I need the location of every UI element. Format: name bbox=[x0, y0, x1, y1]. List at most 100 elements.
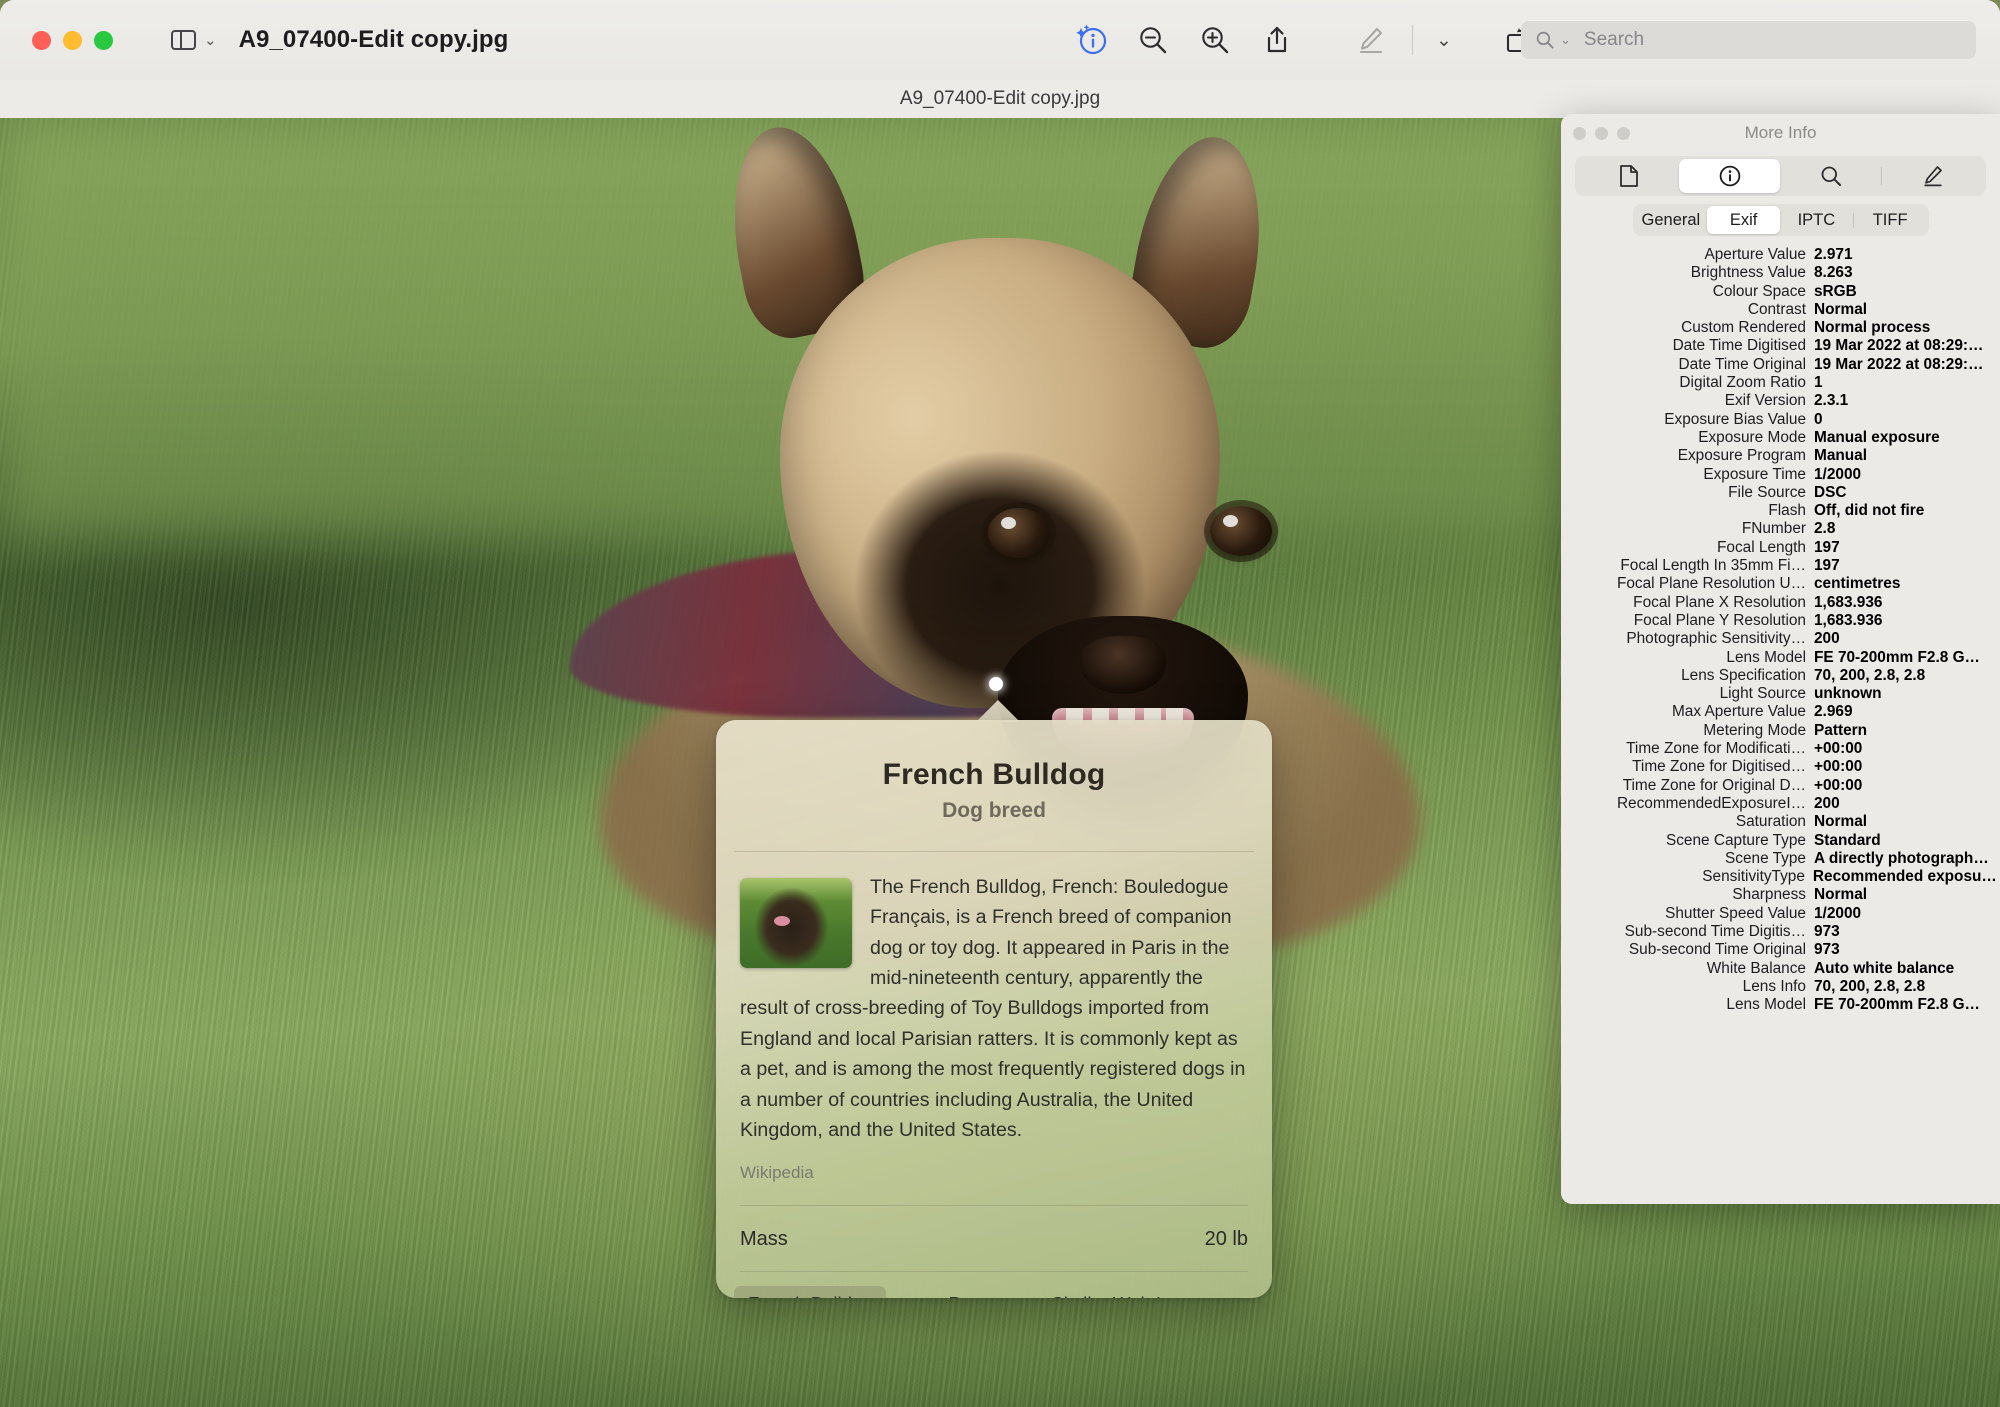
more-info-title: More Info bbox=[1744, 123, 1817, 142]
exif-row: Time Zone for Original D… +00:00 bbox=[1561, 777, 2000, 795]
exif-row-value: 973 bbox=[1814, 941, 1840, 959]
exif-row: Photographic Sensitivity… 200 bbox=[1561, 630, 2000, 648]
popover-tab-similar-web-images[interactable]: Similar Web Images bbox=[1037, 1286, 1230, 1298]
exif-row-key: White Balance bbox=[1706, 959, 1806, 977]
popover-source[interactable]: Wikipedia bbox=[740, 1163, 1248, 1183]
exif-row: Colour Space sRGB bbox=[1561, 283, 2000, 301]
exif-row-value: 1/2000 bbox=[1814, 904, 1862, 922]
sidebar-icon bbox=[171, 30, 196, 50]
tab-general[interactable]: General bbox=[1635, 206, 1708, 234]
exif-row-value: Normal bbox=[1814, 300, 1868, 318]
share-icon[interactable] bbox=[1246, 14, 1308, 66]
exif-row: Time Zone for Modificati… +00:00 bbox=[1561, 740, 2000, 758]
exif-row: Digital Zoom Ratio 1 bbox=[1561, 374, 2000, 392]
visual-look-up-indicator[interactable] bbox=[989, 677, 1003, 691]
exif-row-key: Lens Model bbox=[1726, 996, 1806, 1014]
segment-markup-tab[interactable] bbox=[1882, 159, 1983, 193]
popover-tab-pug[interactable]: Pug bbox=[934, 1286, 995, 1298]
exif-row: Exposure Mode Manual exposure bbox=[1561, 429, 2000, 447]
exif-row-value: Standard bbox=[1814, 831, 1881, 849]
search-field[interactable]: ⌄ Search bbox=[1521, 21, 1976, 59]
exif-row: Focal Length In 35mm Fi… 197 bbox=[1561, 557, 2000, 575]
exif-row-key: Time Zone for Modificati… bbox=[1626, 740, 1806, 758]
exif-row-value: 8.263 bbox=[1814, 264, 1853, 282]
exif-row-value: 200 bbox=[1814, 794, 1840, 812]
tab-exif[interactable]: Exif bbox=[1707, 206, 1780, 234]
exif-row: Focal Plane Resolution U… centimetres bbox=[1561, 575, 2000, 593]
popover-tab-french-bulldog[interactable]: French Bulldog bbox=[734, 1286, 887, 1298]
markup-icon[interactable] bbox=[1340, 14, 1402, 66]
chevron-down-icon[interactable]: ⌄ bbox=[204, 33, 217, 48]
visual-look-up-popover[interactable]: French Bulldog Dog breed The French Bull… bbox=[716, 720, 1272, 1298]
exif-row-key: Photographic Sensitivity… bbox=[1626, 630, 1806, 648]
exif-row-key: Scene Capture Type bbox=[1665, 831, 1806, 849]
exif-row: Saturation Normal bbox=[1561, 813, 2000, 831]
exif-row: Scene Capture Type Standard bbox=[1561, 832, 2000, 850]
exif-row: White Balance Auto white balance bbox=[1561, 960, 2000, 978]
exif-row-value: Manual bbox=[1814, 447, 1868, 465]
exif-row: Focal Plane Y Resolution 1,683.936 bbox=[1561, 612, 2000, 630]
exif-row-key: Brightness Value bbox=[1690, 264, 1806, 282]
exif-row-key: SensitivityType bbox=[1702, 868, 1805, 886]
exif-row: Max Aperture Value 2.969 bbox=[1561, 703, 2000, 721]
segment-document-tab[interactable] bbox=[1578, 159, 1679, 193]
more-info-panel[interactable]: More Info General Exif IPTC TIFF Apertur… bbox=[1561, 114, 2000, 1204]
toolbar-divider bbox=[1412, 25, 1413, 55]
tab-iptc[interactable]: IPTC bbox=[1780, 206, 1853, 234]
sidebar-toggle-button[interactable]: ⌄ bbox=[171, 30, 217, 50]
exif-row-value: FE 70-200mm F2.8 G… bbox=[1814, 648, 1980, 666]
exif-row-key: Focal Plane Resolution U… bbox=[1616, 575, 1806, 593]
zoom-in-icon[interactable] bbox=[1184, 14, 1246, 66]
fact-label: Mass bbox=[740, 1228, 788, 1251]
minimise-button[interactable] bbox=[63, 30, 82, 50]
exif-row: Exposure Time 1/2000 bbox=[1561, 466, 2000, 484]
dog-head bbox=[780, 238, 1272, 806]
exif-row-key: Scene Type bbox=[1724, 849, 1806, 867]
exif-row: Focal Plane X Resolution 1,683.936 bbox=[1561, 594, 2000, 612]
exif-row-value: +00:00 bbox=[1814, 776, 1863, 794]
exif-row-key: File Source bbox=[1728, 483, 1806, 501]
exif-row-key: Sub-second Time Digitis… bbox=[1624, 922, 1806, 940]
exif-row-value: Auto white balance bbox=[1814, 959, 1955, 977]
tab-tiff[interactable]: TIFF bbox=[1854, 206, 1927, 234]
markup-chevron-icon[interactable]: ⌄ bbox=[1423, 14, 1465, 66]
exif-row: Exif Version 2.3.1 bbox=[1561, 392, 2000, 410]
exif-row-value: 2.3.1 bbox=[1814, 392, 1849, 410]
exif-row-value: 973 bbox=[1814, 922, 1840, 940]
document-title: A9_07400-Edit copy.jpg bbox=[238, 26, 509, 53]
exif-row-value: unknown bbox=[1814, 685, 1882, 703]
document-icon bbox=[1619, 165, 1638, 187]
zoom-button[interactable] bbox=[94, 30, 113, 50]
exif-row: Exposure Program Manual bbox=[1561, 447, 2000, 465]
segment-info-tab[interactable] bbox=[1679, 159, 1780, 193]
exif-row-value: 1,683.936 bbox=[1814, 611, 1883, 629]
popover-thumbnail-image[interactable] bbox=[740, 878, 852, 968]
exif-row-key: Exif Version bbox=[1724, 392, 1806, 410]
close-button[interactable] bbox=[32, 30, 51, 50]
exif-row-value: Normal process bbox=[1814, 319, 1931, 337]
popover-subtitle: Dog breed bbox=[942, 799, 1046, 822]
more-info-segmented-control bbox=[1575, 156, 1986, 196]
exif-row-key: Exposure Time bbox=[1703, 465, 1806, 483]
exif-metadata-list: Aperture Value 2.971 Brightness Value 8.263… bbox=[1561, 246, 2000, 1014]
exif-row-key: Sharpness bbox=[1732, 886, 1806, 904]
visual-look-up-info-icon[interactable] bbox=[1060, 14, 1122, 66]
info-icon bbox=[1719, 165, 1740, 187]
dog-nose bbox=[1080, 636, 1166, 694]
zoom-out-icon[interactable] bbox=[1122, 14, 1184, 66]
exif-row: Sharpness Normal bbox=[1561, 886, 2000, 904]
exif-row-key: Focal Plane X Resolution bbox=[1633, 593, 1806, 611]
exif-row-key: Date Time Original bbox=[1678, 355, 1806, 373]
exif-row-key: Focal Length bbox=[1717, 538, 1806, 556]
popover-tabs: French Bulldog Pug Similar Web Images bbox=[716, 1272, 1272, 1298]
segment-search-tab[interactable] bbox=[1780, 159, 1881, 193]
exif-row: Time Zone for Digitised… +00:00 bbox=[1561, 758, 2000, 776]
exif-row-value: 0 bbox=[1814, 410, 1823, 428]
exif-row-value: A directly photograph… bbox=[1814, 849, 1989, 867]
exif-row-value: 70, 200, 2.8, 2.8 bbox=[1814, 666, 1926, 684]
exif-row: Sub-second Time Digitis… 973 bbox=[1561, 923, 2000, 941]
exif-row-value: Manual exposure bbox=[1814, 428, 1940, 446]
traffic-lights bbox=[32, 30, 113, 50]
exif-row: Metering Mode Pattern bbox=[1561, 722, 2000, 740]
search-chevron-icon[interactable]: ⌄ bbox=[1560, 32, 1571, 48]
